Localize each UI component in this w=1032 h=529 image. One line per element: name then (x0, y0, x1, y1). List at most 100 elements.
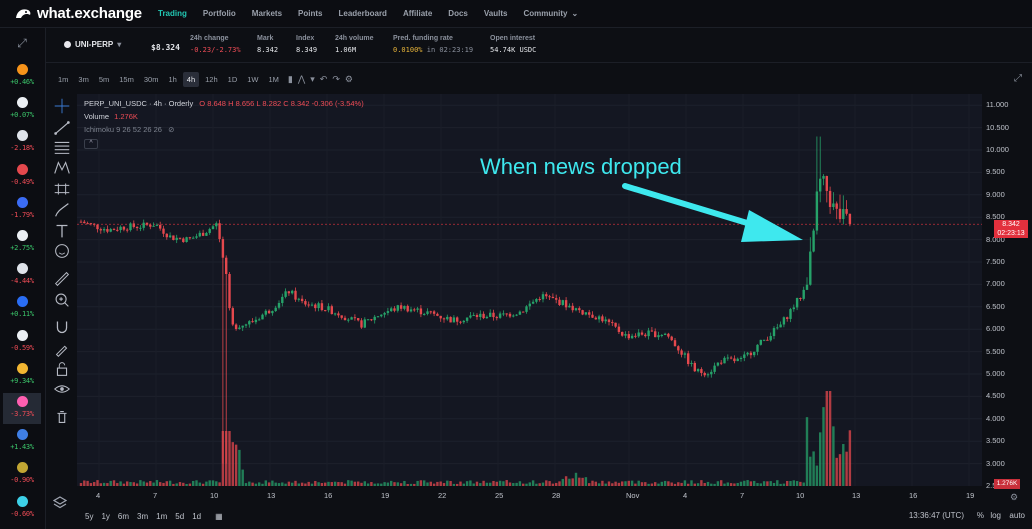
percent-scale-button[interactable]: % (977, 511, 984, 520)
candle-body (687, 353, 690, 365)
logo[interactable]: what.exchange (14, 5, 154, 22)
sidebar-market-item[interactable]: +1.43% (3, 426, 41, 457)
pair-selector[interactable]: UNI-PERP ▾ (64, 40, 121, 49)
utc-clock[interactable]: 13:36:47 (UTC) (909, 511, 964, 520)
nav-markets[interactable]: Markets (252, 9, 282, 18)
trend-line-icon[interactable] (51, 119, 73, 137)
crosshair-icon[interactable] (51, 97, 73, 115)
collapse-legend-button[interactable]: ^ (84, 139, 98, 149)
candle-body (812, 230, 815, 252)
nav-docs[interactable]: Docs (448, 9, 468, 18)
timeframe-30m[interactable]: 30m (140, 72, 163, 87)
candle-body (819, 178, 822, 192)
candle-body (152, 225, 155, 227)
range-3m[interactable]: 3m (137, 512, 148, 521)
chevron-down-icon[interactable]: ▾ (310, 74, 315, 85)
candle-body (703, 372, 706, 376)
range-5d[interactable]: 5d (175, 512, 184, 521)
timeframe-12h[interactable]: 12h (201, 72, 222, 87)
redo-icon[interactable]: ↷ (332, 74, 340, 85)
sidebar-market-item[interactable]: -0.60% (3, 493, 41, 524)
sidebar-market-item[interactable]: -0.90% (3, 459, 41, 490)
nav-trading[interactable]: Trading (158, 9, 187, 18)
timeframe-4h[interactable]: 4h (182, 71, 200, 87)
candle-body (251, 321, 254, 323)
trash-icon[interactable] (51, 408, 73, 426)
sidebar-market-item[interactable]: +0.46% (3, 61, 41, 92)
candle-body (588, 312, 591, 315)
log-scale-button[interactable]: log (990, 511, 1001, 520)
candle-body (317, 303, 320, 309)
emoji-icon[interactable] (51, 242, 73, 260)
pencil-lock-icon[interactable] (51, 340, 73, 358)
candle-body (333, 313, 337, 315)
candle-body (96, 224, 99, 230)
calendar-icon[interactable]: ▦ (215, 512, 223, 521)
pattern-icon[interactable] (51, 159, 73, 177)
sidebar-market-item[interactable]: +0.07% (3, 94, 41, 125)
candle-body (581, 310, 584, 315)
candle-body (792, 307, 795, 310)
sidebar-market-item[interactable]: -1.79% (3, 194, 41, 225)
range-1y[interactable]: 1y (101, 512, 109, 521)
magnet-icon[interactable] (51, 318, 73, 336)
nav-vaults[interactable]: Vaults (484, 9, 508, 18)
layers-icon[interactable] (53, 496, 67, 510)
timeframe-5m[interactable]: 5m (95, 72, 113, 87)
sidebar-market-item[interactable]: -0.59% (3, 327, 41, 358)
candle-body (601, 316, 604, 322)
candle-body (522, 311, 525, 313)
nav-leaderboard[interactable]: Leaderboard (338, 9, 386, 18)
nav-points[interactable]: Points (298, 9, 322, 18)
indicators-icon[interactable]: ⋀ (298, 74, 305, 85)
range-1m[interactable]: 1m (156, 512, 167, 521)
time-axis[interactable]: 4 7 10 13 16 19 22 25 28 Nov 4 7 10 13 16 19 (77, 486, 982, 504)
volume-bar (584, 477, 588, 486)
fib-icon[interactable] (51, 138, 73, 156)
sidebar-market-item[interactable]: +9.34% (3, 360, 41, 391)
price-tick: 10.000 (986, 145, 1009, 154)
gear-icon[interactable]: ⚙ (1010, 492, 1018, 503)
candle-body (188, 237, 192, 239)
sidebar-market-item[interactable]: -0.49% (3, 161, 41, 192)
timeframe-3m[interactable]: 3m (74, 72, 92, 87)
timeframe-1h[interactable]: 1h (164, 72, 180, 87)
range-1d[interactable]: 1d (192, 512, 201, 521)
timeframe-1D[interactable]: 1D (224, 72, 242, 87)
projection-icon[interactable] (51, 180, 73, 198)
timeframe-1M[interactable]: 1M (265, 72, 283, 87)
stat-value-text: 0.0100% (393, 46, 423, 54)
timeframe-15m[interactable]: 15m (115, 72, 138, 87)
sidebar-market-item[interactable]: +0.11% (3, 293, 41, 324)
nav-affiliate[interactable]: Affiliate (403, 9, 432, 18)
text-icon[interactable] (51, 222, 73, 240)
brush-icon[interactable] (51, 201, 73, 219)
range-6m[interactable]: 6m (118, 512, 129, 521)
sidebar-market-item[interactable]: -2.18% (3, 127, 41, 158)
price-axis[interactable]: 11.000 10.500 10.000 9.500 9.000 8.500 8.000 7.… (982, 94, 1032, 490)
zoom-in-icon[interactable] (51, 291, 73, 309)
range-5y[interactable]: 5y (85, 512, 93, 521)
candle-type-icon[interactable]: ▮ (288, 74, 293, 85)
nav-community[interactable]: Community ⌄ (523, 9, 578, 18)
settings-icon[interactable]: ⚙ (345, 74, 353, 85)
expand-icon[interactable]: ⤢ (14, 36, 30, 52)
undo-icon[interactable]: ↶ (320, 74, 328, 85)
sidebar-market-item[interactable]: -4.44% (3, 260, 41, 291)
fullscreen-icon[interactable]: ⤢ (1014, 73, 1022, 84)
eye-icon[interactable] (51, 380, 73, 398)
timeframe-1m[interactable]: 1m (54, 72, 72, 87)
lock-icon[interactable] (51, 360, 73, 378)
sidebar-market-item[interactable]: -3.73% (3, 393, 41, 424)
price-chart[interactable] (77, 94, 982, 486)
nav-portfolio[interactable]: Portfolio (203, 9, 236, 18)
timeframe-1W[interactable]: 1W (243, 72, 262, 87)
auto-scale-button[interactable]: auto (1009, 511, 1025, 520)
logo-icon (16, 8, 31, 18)
ruler-icon[interactable] (51, 270, 73, 288)
candle-body (568, 305, 571, 308)
candle-body (383, 312, 386, 315)
sidebar-market-item[interactable]: +2.75% (3, 227, 41, 258)
eye-hidden-icon[interactable]: ⊘ (168, 125, 174, 134)
candle-body (561, 300, 564, 305)
